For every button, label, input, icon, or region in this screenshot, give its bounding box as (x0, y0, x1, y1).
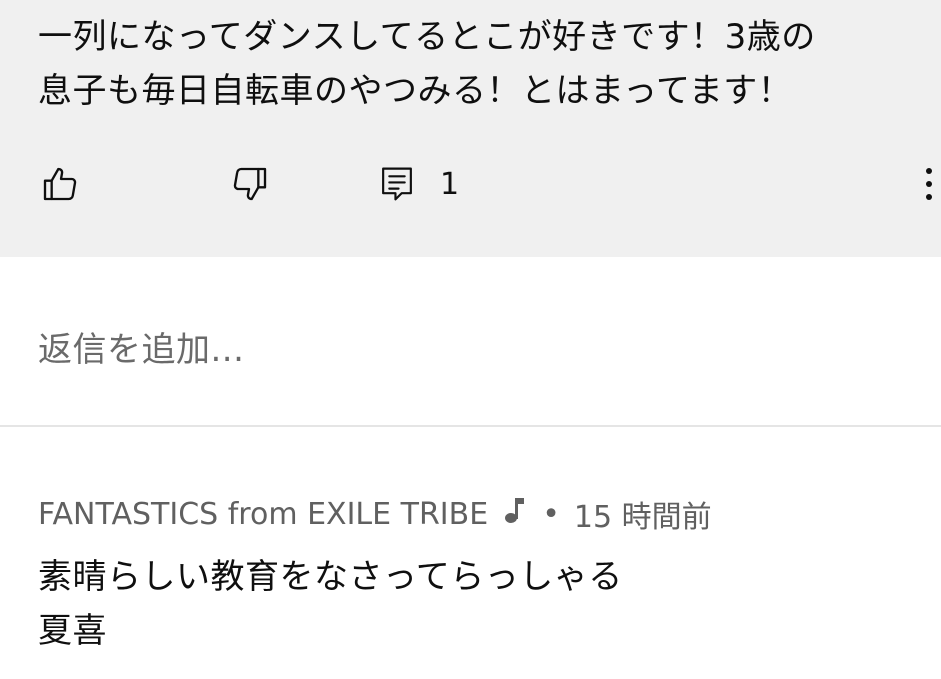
reply-icon (382, 167, 412, 201)
dislike-button[interactable] (230, 160, 270, 208)
music-note-icon (504, 496, 526, 532)
comment-thread-screen: 一列になってダンスしてるとこが好きです！3歳の 息子も毎日自転車のやつみる！とは… (0, 0, 941, 679)
more-options-button[interactable] (926, 160, 932, 208)
reply-count: 1 (440, 166, 460, 202)
divider (0, 425, 941, 427)
replies-button[interactable]: 1 (378, 160, 459, 208)
more-vert-icon (926, 168, 932, 200)
comment-text: 一列になってダンスしてるとこが好きです！3歳の 息子も毎日自転車のやつみる！とは… (38, 17, 816, 111)
reply-timestamp: 15 時間前 (573, 500, 712, 535)
thumbs-down-icon (233, 167, 267, 201)
highlighted-comment: 一列になってダンスしてるとこが好きです！3歳の 息子も毎日自転車のやつみる！とは… (0, 0, 941, 257)
reply-meta: FANTASTICS from EXILE TRIBE • 15 時間前 (38, 492, 712, 536)
reply-text: 素晴らしい教育をなさってらっしゃる 夏喜 (38, 557, 623, 651)
add-reply-input[interactable]: 返信を追加... (38, 322, 244, 371)
reply-author[interactable]: FANTASTICS from EXILE TRIBE (38, 497, 488, 532)
thumbs-up-icon (43, 167, 77, 201)
comment-action-bar: 1 (0, 160, 941, 208)
like-button[interactable] (40, 160, 80, 208)
meta-separator: • (542, 496, 560, 532)
